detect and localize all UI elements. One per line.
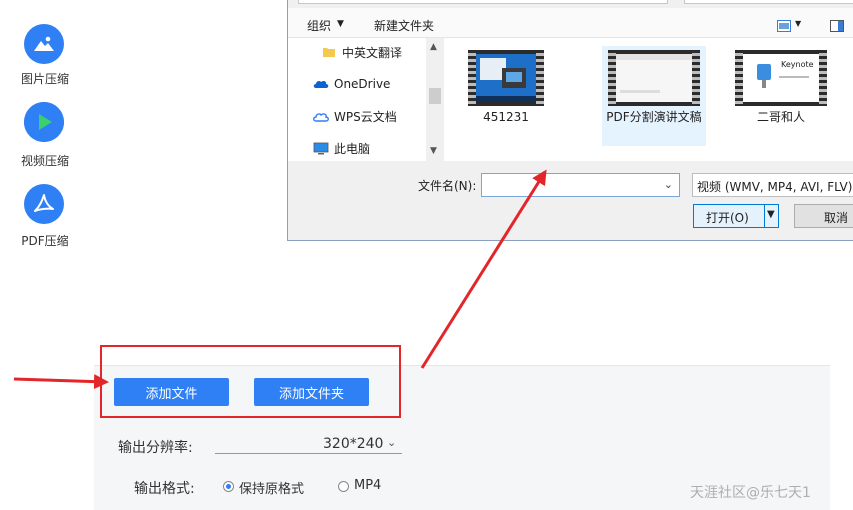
- nav-item-wps-cloud[interactable]: WPS云文档: [313, 106, 397, 126]
- computer-icon: [313, 141, 329, 155]
- video-thumbnail: [608, 50, 700, 106]
- format-option-label: 保持原格式: [239, 482, 305, 497]
- video-thumbnail: Keynote: [735, 50, 827, 106]
- resolution-select[interactable]: 320*240 ⌄: [215, 436, 402, 454]
- nav-item-label: 此电脑: [334, 141, 371, 156]
- keynote-label: Keynote: [781, 60, 814, 69]
- nav-item-label: WPS云文档: [334, 109, 397, 124]
- chevron-down-icon[interactable]: ▼: [795, 19, 801, 28]
- nav-item-this-pc[interactable]: 此电脑: [313, 138, 370, 158]
- file-list: 451231 PDF分割演讲文稿 Keynote 二哥和人: [444, 38, 853, 161]
- sidebar-item-label: PDF压缩: [21, 234, 69, 248]
- resolution-value: 320*240: [323, 436, 384, 452]
- address-bar[interactable]: [298, 0, 668, 4]
- pdf-icon: [24, 184, 64, 224]
- format-radio-keep-original[interactable]: [223, 481, 234, 492]
- cloud-icon: [313, 77, 329, 91]
- sidebar-item-video-compress[interactable]: 视频压缩: [0, 102, 94, 168]
- nav-item-folder[interactable]: 中英文翻译: [321, 42, 402, 62]
- open-button-label: 打开(O): [706, 211, 749, 225]
- cancel-button[interactable]: 取消: [794, 204, 853, 228]
- view-options-icon[interactable]: [777, 17, 791, 32]
- scroll-thumb[interactable]: [429, 88, 441, 104]
- format-option-label: MP4: [354, 478, 382, 493]
- sidebar-item-label: 图片压缩: [20, 72, 69, 86]
- video-thumbnail: [468, 50, 544, 106]
- format-radio-mp4[interactable]: [338, 481, 349, 492]
- sidebar-item-image-compress[interactable]: 图片压缩: [0, 22, 94, 88]
- scroll-up-icon[interactable]: ▲: [430, 42, 437, 52]
- dialog-toolbar: 组织 ▼ 新建文件夹 ▼: [288, 8, 853, 38]
- wps-cloud-icon: [313, 109, 329, 123]
- chevron-down-icon: ⌄: [387, 436, 397, 449]
- preview-pane-icon[interactable]: [830, 17, 844, 32]
- format-label: 输出格式:: [134, 481, 195, 497]
- filename-label: 文件名(N):: [418, 179, 477, 193]
- scroll-down-icon[interactable]: ▼: [430, 146, 437, 156]
- nav-item-label: 中英文翻译: [342, 45, 403, 60]
- file-name: PDF分割演讲文稿: [606, 110, 702, 124]
- chevron-down-icon[interactable]: ▼: [767, 209, 775, 220]
- file-name: 451231: [483, 110, 529, 124]
- file-item[interactable]: Keynote 二哥和人: [729, 46, 833, 146]
- file-item[interactable]: 451231: [454, 46, 558, 146]
- file-open-dialog: 组织 ▼ 新建文件夹 ▼ 中英文翻译 OneDrive WPS云文档 此电脑 ▲: [287, 0, 853, 241]
- chevron-down-icon: ▼: [337, 19, 344, 29]
- file-name: 二哥和人: [756, 110, 805, 124]
- play-icon: [24, 102, 64, 142]
- sidebar: 图片压缩 视频压缩 PDF压缩: [0, 0, 94, 510]
- nav-item-onedrive[interactable]: OneDrive: [313, 74, 390, 94]
- add-file-button[interactable]: 添加文件: [114, 378, 229, 406]
- add-folder-button[interactable]: 添加文件夹: [254, 378, 369, 406]
- chevron-down-icon[interactable]: ⌄: [664, 178, 673, 191]
- new-folder-button[interactable]: 新建文件夹: [374, 17, 434, 34]
- nav-scrollbar[interactable]: ▲ ▼: [426, 38, 444, 161]
- watermark: 天涯社区@乐七天1: [690, 485, 811, 501]
- nav-item-label: OneDrive: [334, 77, 391, 91]
- folder-icon: [321, 45, 337, 59]
- organize-menu[interactable]: 组织: [307, 17, 331, 34]
- file-item-selected[interactable]: PDF分割演讲文稿: [602, 46, 706, 146]
- sidebar-item-pdf-compress[interactable]: PDF压缩: [0, 184, 94, 250]
- filetype-select[interactable]: 视频 (WMV, MP4, AVI, FLV): [692, 173, 853, 197]
- resolution-label: 输出分辨率:: [118, 440, 193, 456]
- navigation-pane: 中英文翻译 OneDrive WPS云文档 此电脑 ▲ ▼: [288, 38, 444, 161]
- sidebar-item-label: 视频压缩: [20, 154, 69, 168]
- search-field[interactable]: [684, 0, 853, 4]
- image-icon: [24, 24, 64, 64]
- open-button[interactable]: 打开(O) ▼: [693, 204, 779, 228]
- filename-input[interactable]: ⌄: [481, 173, 680, 197]
